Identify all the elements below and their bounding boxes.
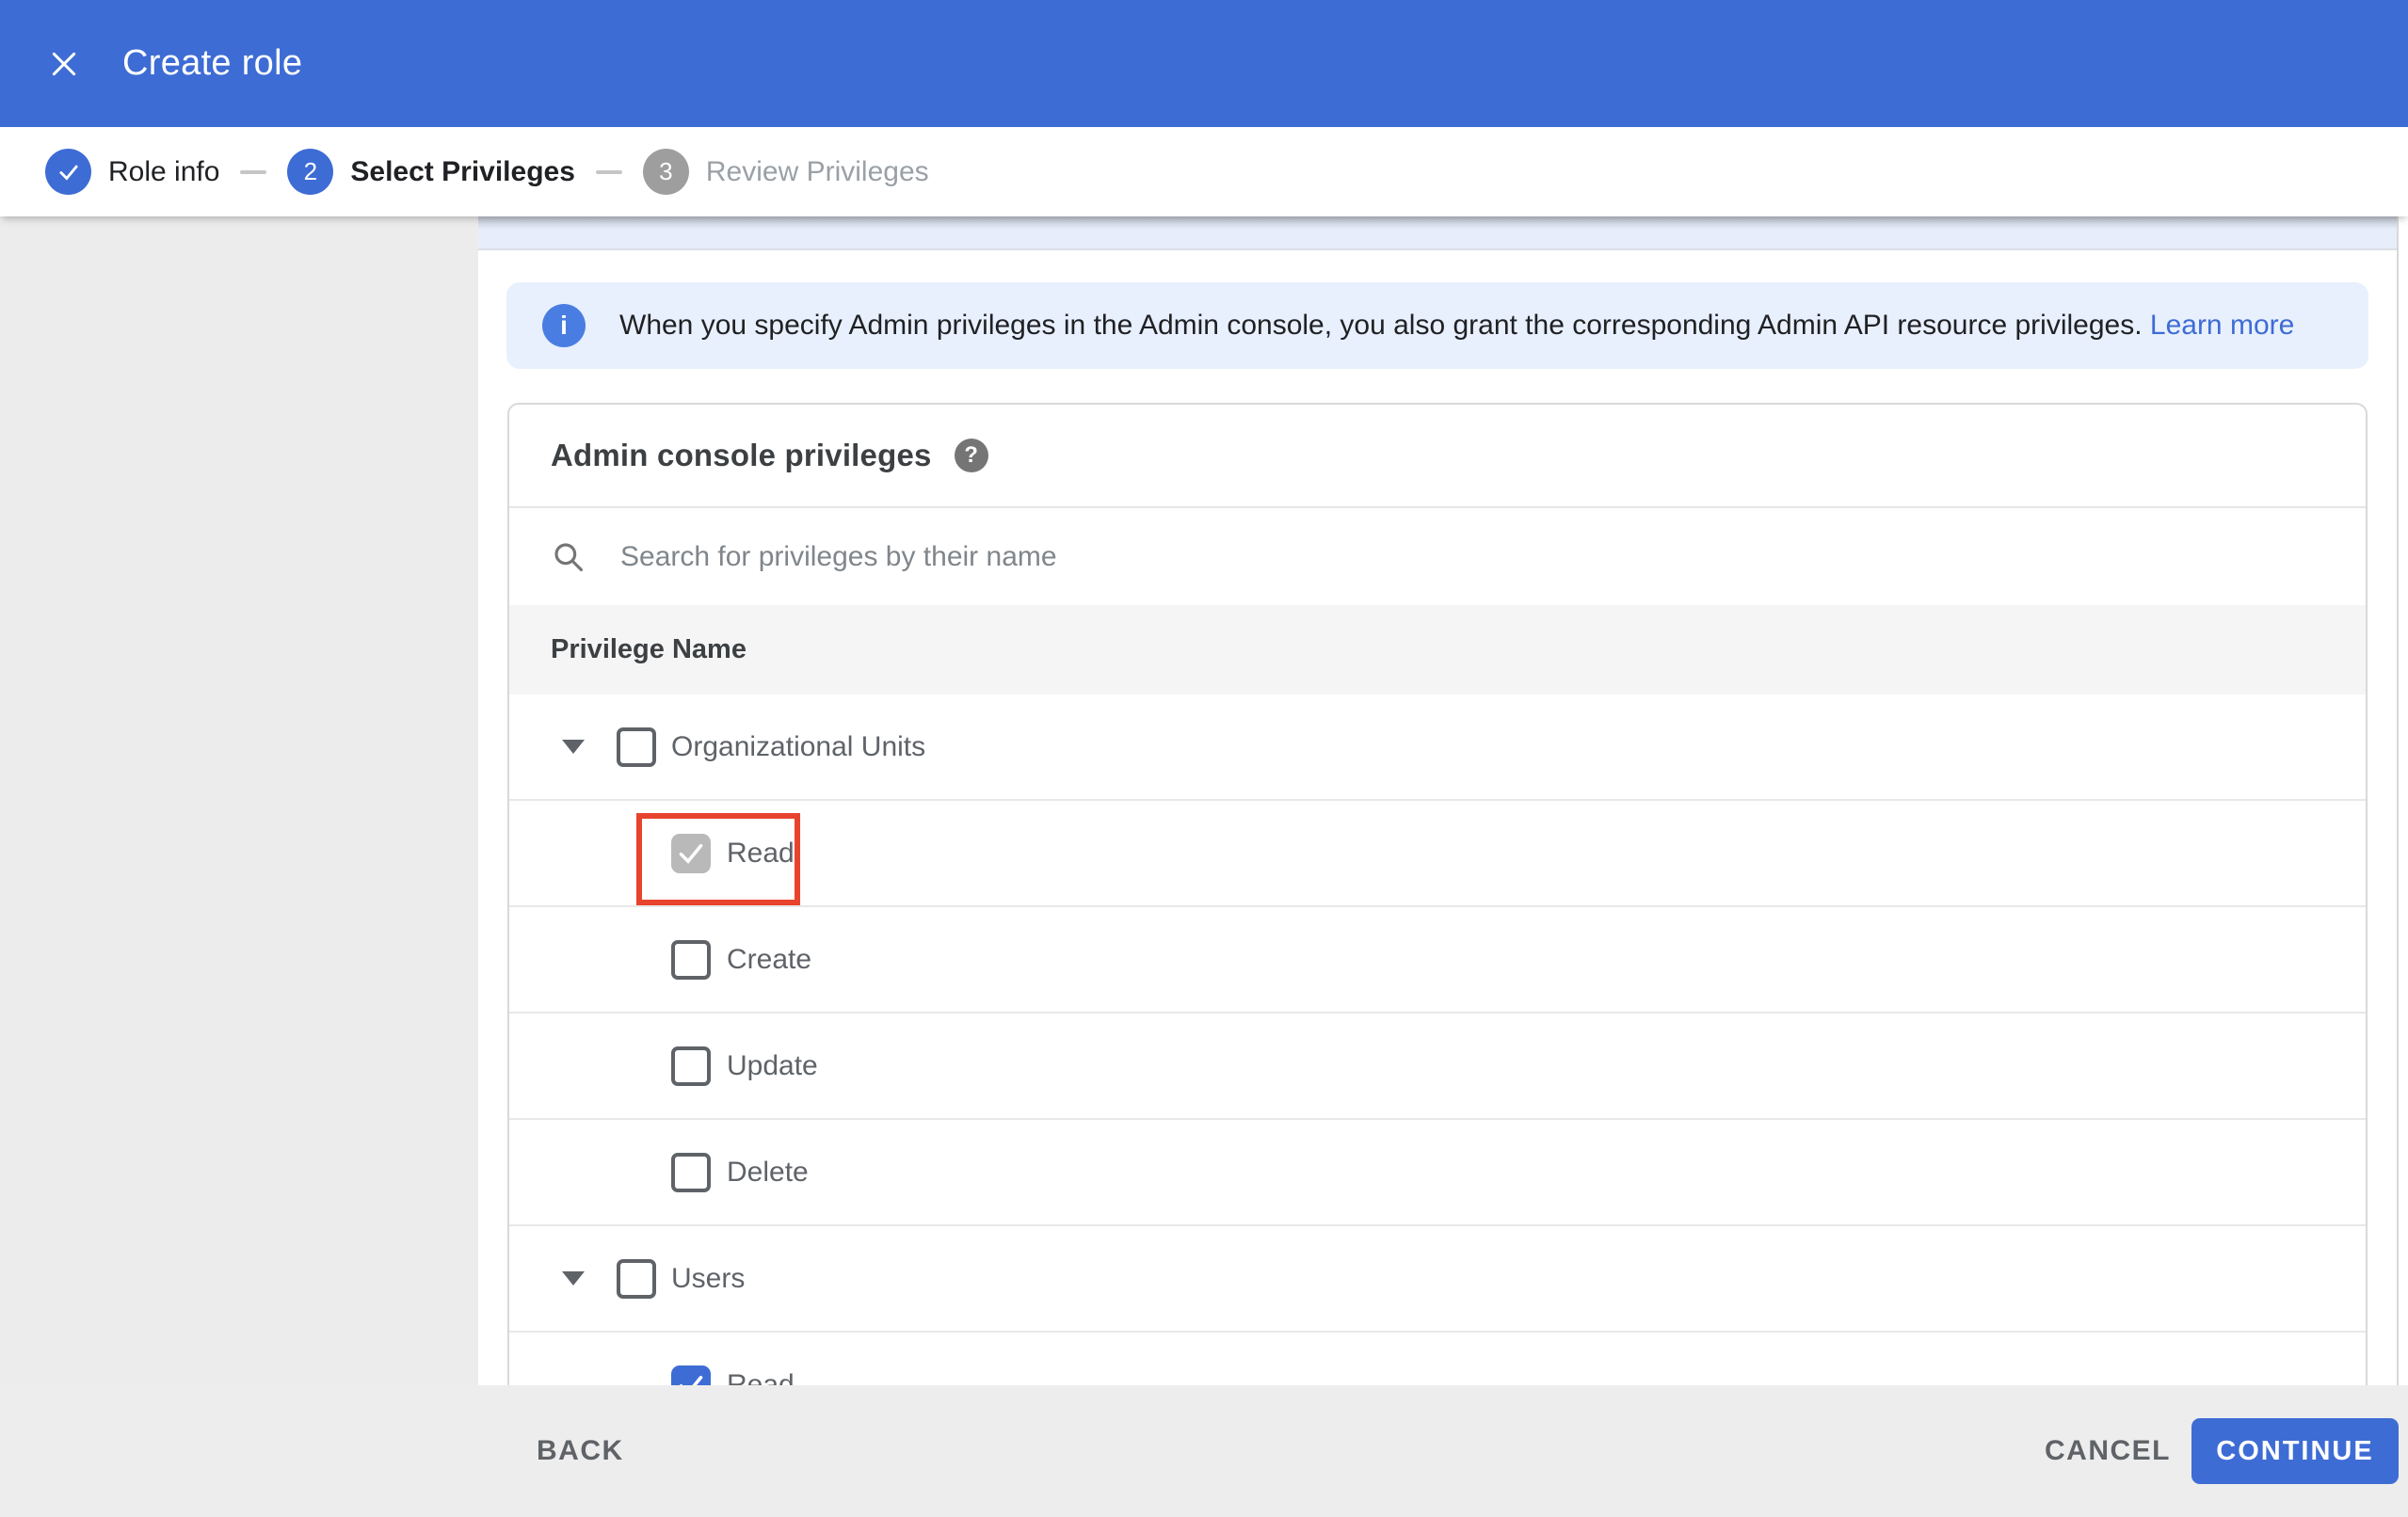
info-banner: i When you specify Admin privileges in t… xyxy=(506,282,2368,369)
cancel-button[interactable]: CANCEL xyxy=(2022,1385,2193,1517)
card-title: Admin console privileges xyxy=(551,438,932,472)
privilege-label: Update xyxy=(727,1049,818,1081)
step-select-privileges[interactable]: 2 Select Privileges xyxy=(287,149,575,195)
step-review-privileges[interactable]: 3 Review Privileges xyxy=(642,149,929,195)
column-header-privilege-name: Privilege Name xyxy=(509,605,2366,695)
privilege-row-create: Create xyxy=(509,907,2366,1014)
card-heading-row: Admin console privileges ? xyxy=(509,405,2366,508)
collapse-arrow-icon[interactable] xyxy=(562,1271,585,1285)
privilege-label: Create xyxy=(727,943,812,975)
privilege-row-read: Read xyxy=(509,801,2366,907)
step-connector xyxy=(595,169,622,174)
step-connector xyxy=(240,169,267,174)
checkbox-create[interactable] xyxy=(671,939,711,980)
checkbox-users[interactable] xyxy=(617,1258,656,1299)
privilege-row-organizational-units: Organizational Units xyxy=(509,695,2366,801)
info-icon: i xyxy=(542,304,586,347)
main-content-pane: i When you specify Admin privileges in t… xyxy=(478,216,2399,1517)
step-number-badge: 2 xyxy=(287,149,334,195)
left-sidebar-panel xyxy=(0,216,478,1385)
dialog-header: Create role xyxy=(0,0,2408,127)
step-label: Review Privileges xyxy=(705,155,929,187)
back-button[interactable]: BACK xyxy=(514,1385,647,1517)
scrollbar-gutter[interactable] xyxy=(2397,216,2399,1385)
privilege-row-update: Update xyxy=(509,1014,2366,1120)
step-role-info[interactable]: Role info xyxy=(45,149,219,195)
red-highlight-box xyxy=(636,813,800,905)
checkbox-organizational-units[interactable] xyxy=(617,727,656,767)
privilege-row-users: Users xyxy=(509,1226,2366,1333)
step-number-badge: 3 xyxy=(642,149,689,195)
close-icon[interactable] xyxy=(45,0,83,127)
banner-text: When you specify Admin privileges in the… xyxy=(619,310,2294,342)
step-label: Role info xyxy=(108,155,220,187)
continue-button[interactable]: CONTINUE xyxy=(2191,1418,2399,1484)
step-label: Select Privileges xyxy=(350,155,575,187)
banner-message: When you specify Admin privileges in the… xyxy=(619,310,2143,341)
privilege-row-delete: Delete xyxy=(509,1120,2366,1226)
collapse-arrow-icon[interactable] xyxy=(562,740,585,754)
create-role-dialog: Create role Role info 2 Select Privilege… xyxy=(0,0,2408,1517)
stepper: Role info 2 Select Privileges 3 Review P… xyxy=(0,127,2408,216)
footer-action-bar: BACK CANCEL CONTINUE xyxy=(0,1385,2408,1517)
privilege-search-field[interactable]: Search for privileges by their name xyxy=(509,508,2366,605)
search-icon xyxy=(554,542,584,571)
search-placeholder: Search for privileges by their name xyxy=(620,540,1057,572)
learn-more-link[interactable]: Learn more xyxy=(2150,310,2294,341)
checkbox-delete[interactable] xyxy=(671,1152,711,1192)
privilege-label: Organizational Units xyxy=(671,730,926,762)
question-mark-icon[interactable]: ? xyxy=(954,439,988,472)
privilege-label: Delete xyxy=(727,1156,809,1188)
dialog-title: Create role xyxy=(122,43,303,83)
privilege-tree: Organizational Units Read Create Update Dele… xyxy=(509,695,2366,1439)
scrolled-content-strip xyxy=(478,216,2397,250)
privilege-label: Users xyxy=(671,1262,746,1294)
checkbox-update[interactable] xyxy=(671,1046,711,1086)
admin-privileges-card: Admin console privileges ? Search for pr… xyxy=(507,403,2368,1517)
check-icon xyxy=(45,149,91,195)
